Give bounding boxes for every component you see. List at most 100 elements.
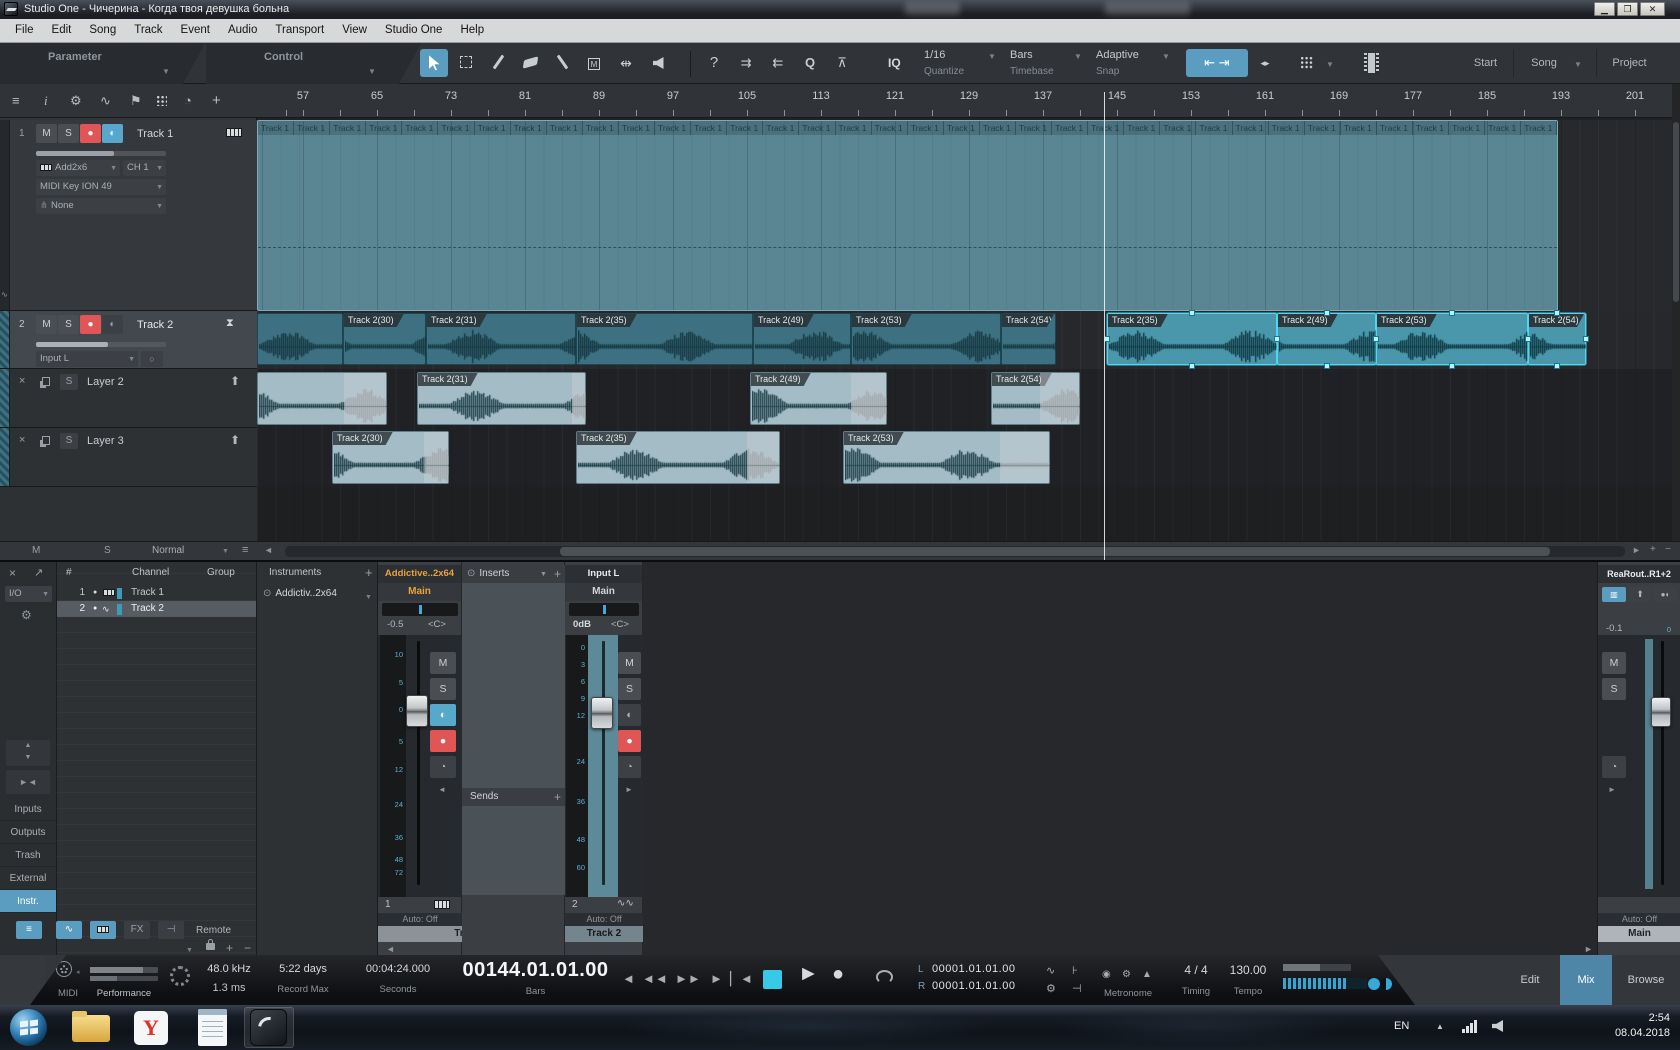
fx-channels-button[interactable]: FX <box>124 921 150 939</box>
zoom-out-icon[interactable]: − <box>1665 544 1671 555</box>
gain-knob-icon[interactable]: ◔ <box>1602 756 1626 778</box>
add-channel-icon[interactable]: + <box>226 941 233 955</box>
solo-button[interactable]: S <box>1602 678 1626 700</box>
layer2-header[interactable]: × S Layer 2 ⬆ <box>0 369 257 428</box>
strips-scroll-left-icon[interactable]: ◄ <box>386 944 395 954</box>
track-name[interactable]: Track 2 <box>137 319 173 331</box>
automation-mode[interactable]: Auto: Off <box>378 913 462 926</box>
clip-selection-handle[interactable] <box>1189 363 1195 369</box>
instrument-item[interactable]: ⊙Addictiv..2x64 <box>263 588 337 599</box>
pan-readout[interactable]: <C> <box>428 619 446 630</box>
minimize-button[interactable]: ▁ <box>1594 2 1615 16</box>
remove-channel-icon[interactable]: − <box>244 941 251 955</box>
channel-row[interactable]: 1 ● Track 1 <box>57 585 256 601</box>
volume-readout[interactable]: 0dB <box>573 619 591 630</box>
track2-header[interactable]: 2 M S ● ◐ Track 2 ⧗ Input L▼ ○ <box>0 311 257 369</box>
solo-button[interactable]: S <box>618 678 641 700</box>
performance-meter[interactable] <box>90 967 158 973</box>
return-to-zero-button[interactable]: ▏◄ <box>730 969 753 989</box>
volume-icon[interactable] <box>1492 1020 1503 1032</box>
lock-icon[interactable] <box>206 943 215 950</box>
punch-out-icon[interactable]: ⊣ <box>1072 979 1082 999</box>
audio-clip[interactable]: Track 2(31) <box>426 313 576 365</box>
grid-settings-button[interactable] <box>1290 49 1322 77</box>
snap-relative-button[interactable]: ◂▸ <box>1252 49 1278 77</box>
sidebar-item-trash[interactable]: Trash <box>0 844 56 867</box>
project-page-button[interactable]: Project <box>1596 49 1662 77</box>
tempo-display[interactable]: 130.00 <box>1222 963 1274 977</box>
start-page-button[interactable]: Start <box>1458 49 1514 77</box>
audio-clip[interactable]: Track 2(53) <box>1376 313 1528 365</box>
time-signature-display[interactable]: 4 / 4 <box>1172 963 1220 977</box>
audio-clip[interactable]: Track 2(30) <box>343 313 426 365</box>
remove-layer-icon[interactable]: × <box>19 375 25 387</box>
promote-layer-icon[interactable]: ⬆ <box>230 374 240 388</box>
solo-button[interactable]: S <box>58 315 79 334</box>
track1-header[interactable]: 1 M S ● ◐ Track 1 Add2x6▼ CH 1▼ MIDI Key… <box>0 120 257 311</box>
macros-button[interactable]: ⊼ <box>828 49 856 77</box>
clip-selection-handle[interactable] <box>1274 336 1280 342</box>
audio-clip[interactable]: Track 2(54) <box>991 372 1080 425</box>
sidebar-item-inputs[interactable]: Inputs <box>0 798 56 821</box>
help-tool-button[interactable]: ? <box>700 49 728 77</box>
song-page-button[interactable]: Song <box>1516 49 1572 77</box>
video-button[interactable] <box>1356 49 1386 77</box>
metronome-level-meter[interactable] <box>1283 978 1367 989</box>
edit-page-button[interactable]: Edit <box>1506 955 1554 1005</box>
audio-clip[interactable]: Track 2(49) <box>750 372 887 425</box>
volume-readout[interactable]: -0.5 <box>387 619 403 630</box>
strip-title[interactable]: Input L <box>565 565 642 583</box>
strip-output-bus[interactable]: Main <box>378 583 461 601</box>
mute-button[interactable]: M <box>36 124 57 143</box>
menu-item-audio[interactable]: Audio <box>219 19 266 42</box>
remote-label[interactable]: Remote <box>196 925 231 936</box>
expand-icon[interactable]: ► <box>625 785 633 794</box>
expand-icon[interactable]: ► <box>1608 785 1616 794</box>
pre-post-button[interactable]: ⬆ <box>1629 587 1651 602</box>
audio-clip[interactable]: Track 2(49) <box>753 313 851 365</box>
clip-selection-handle[interactable] <box>1324 310 1330 316</box>
promote-layer-icon[interactable]: ⬆ <box>230 433 240 447</box>
wrench-icon[interactable]: ⚙ <box>1046 979 1056 999</box>
loop-start-display[interactable]: 00001.01.01.00 <box>932 963 1015 975</box>
mute-button[interactable]: M <box>430 652 456 674</box>
volume-slider[interactable] <box>36 151 166 156</box>
wrench-icon[interactable]: ⚙ <box>70 93 82 109</box>
parameter-dropdown-icon[interactable]: ▼ <box>162 67 170 76</box>
position-display[interactable]: 00144.01.01.00 <box>458 959 613 982</box>
automation-mode-select[interactable]: Normal <box>152 545 184 556</box>
arrange-hscrollbar[interactable] <box>285 546 1625 557</box>
eraser-tool-button[interactable] <box>516 49 544 77</box>
chevron-down-icon[interactable]: ▼ <box>1326 60 1334 69</box>
precount-icon[interactable]: ◉ <box>1102 965 1111 985</box>
language-indicator[interactable]: EN <box>1394 1020 1409 1032</box>
quantize-end-button[interactable]: ⇇ <box>764 49 792 77</box>
loop-button[interactable] <box>876 970 893 984</box>
hscroll-thumb[interactable] <box>560 547 1550 556</box>
parameter-tab[interactable]: Parameter ▼ <box>0 43 205 84</box>
global-solo-indicator[interactable]: S <box>104 545 111 556</box>
pan-control[interactable] <box>569 603 639 616</box>
folder-shortcut[interactable] <box>72 1015 110 1042</box>
metronome-toggle-half[interactable] <box>1380 978 1392 990</box>
range-tool-button[interactable] <box>452 49 480 77</box>
midi-part[interactable]: Track 1Track 1Track 1Track 1Track 1Track… <box>257 120 1558 311</box>
clip-selection-handle[interactable] <box>1189 310 1195 316</box>
metronome-toggle-on[interactable] <box>1368 978 1380 990</box>
mute-button[interactable]: M <box>36 315 57 334</box>
input-select[interactable]: Input L▼ <box>36 351 138 367</box>
control-dropdown-icon[interactable]: ▼ <box>368 67 376 76</box>
automation-expand-icon[interactable]: ∿ <box>1 290 8 299</box>
volume-slider[interactable] <box>36 342 166 347</box>
global-mute-indicator[interactable]: M <box>32 545 40 556</box>
tray-expand-icon[interactable]: ▲ <box>1436 1022 1444 1031</box>
add-insert-icon[interactable]: + <box>554 565 561 583</box>
timer-icon[interactable]: ◔ <box>184 93 192 108</box>
mute-button[interactable]: M <box>1602 652 1626 674</box>
solo-button[interactable]: S <box>58 124 79 143</box>
clip-selection-handle[interactable] <box>1525 336 1531 342</box>
zoom-in-icon[interactable]: + <box>1650 544 1656 555</box>
fader-knob[interactable] <box>1651 697 1671 727</box>
clip-selection-handle[interactable] <box>1583 336 1589 342</box>
audio-clip[interactable]: Track 2(49) <box>1277 313 1376 365</box>
